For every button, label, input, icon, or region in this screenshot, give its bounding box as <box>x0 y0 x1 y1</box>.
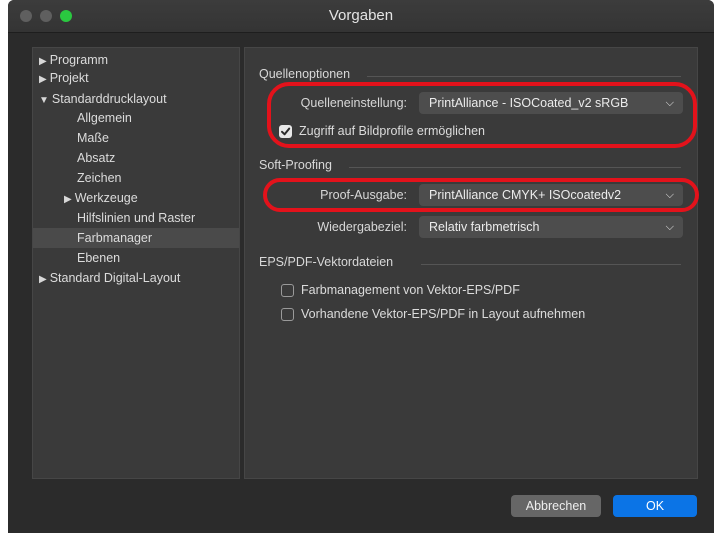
tree-item-label: Projekt <box>49 71 89 85</box>
tree-item-zeichen[interactable]: Zeichen <box>77 168 121 188</box>
tree-item-label: Zeichen <box>77 171 122 185</box>
triangle-right-icon[interactable]: ▶ <box>64 194 72 205</box>
include-vector-checkbox[interactable] <box>281 308 294 321</box>
tree-item-label: Programm <box>49 53 109 67</box>
triangle-right-icon[interactable]: ▶ <box>39 274 47 285</box>
tree-item-label: Standarddrucklayout <box>51 92 167 106</box>
section-title-quellenoptionen: Quellenoptionen <box>259 67 351 81</box>
tree-item-projekt[interactable]: ▶ Projekt <box>39 68 89 88</box>
tree-item-label: Farbmanager <box>77 231 153 245</box>
rendering-intent-value: Relativ farbmetrisch <box>429 220 540 234</box>
rendering-intent-label: Wiedergabeziel: <box>317 220 407 234</box>
tree-item-werkzeuge[interactable]: ▶ Werkzeuge <box>64 188 138 208</box>
tree-item-masse[interactable]: Maße <box>77 128 109 148</box>
section-divider <box>349 167 681 168</box>
rendering-intent-dropdown[interactable]: Relativ farbmetrisch ⌵ <box>419 216 683 238</box>
triangle-right-icon[interactable]: ▶ <box>39 56 47 67</box>
title-bar: Vorgaben <box>8 0 714 33</box>
preferences-window: Vorgaben ▶ Programm ▶ Projekt ▼ Standarddru… <box>8 0 714 533</box>
annotation-highlight-proof <box>263 178 699 212</box>
cancel-button[interactable]: Abbrechen <box>511 495 601 517</box>
tree-item-standard-digital-layout[interactable]: ▶ Standard Digital-Layout <box>39 268 180 288</box>
tree-item-label: Standard Digital-Layout <box>49 271 181 285</box>
tree-item-label: Maße <box>77 131 109 145</box>
section-divider <box>421 264 681 265</box>
ok-button[interactable]: OK <box>613 495 697 517</box>
vector-color-management-checkbox[interactable] <box>281 284 294 297</box>
tree-item-programm[interactable]: ▶ Programm <box>39 50 108 70</box>
section-title-eps-pdf: EPS/PDF-Vektordateien <box>259 255 394 269</box>
tree-item-label: Ebenen <box>77 251 121 265</box>
color-manager-panel: Quellenoptionen Quelleneinstellung: Prin… <box>244 47 699 479</box>
tree-item-label: Hilfslinien und Raster <box>77 211 196 225</box>
triangle-down-icon[interactable]: ▼ <box>39 95 49 106</box>
triangle-right-icon[interactable]: ▶ <box>39 74 47 85</box>
include-vector-label[interactable]: Vorhandene Vektor-EPS/PDF in Layout aufn… <box>301 307 585 321</box>
section-title-soft-proofing: Soft-Proofing <box>259 158 332 172</box>
window-title: Vorgaben <box>328 7 394 24</box>
tree-item-label: Werkzeuge <box>74 191 138 205</box>
tree-item-label: Absatz <box>77 151 116 165</box>
preferences-sidebar: ▶ Programm ▶ Projekt ▼ Standarddrucklayout … <box>32 47 240 479</box>
vector-color-management-label[interactable]: Farbmanagement von Vektor-EPS/PDF <box>301 283 520 297</box>
section-divider <box>367 76 681 77</box>
tree-item-absatz[interactable]: Absatz <box>77 148 115 168</box>
tree-item-standarddrucklayout[interactable]: ▼ Standarddrucklayout <box>39 89 167 109</box>
tree-item-hilfslinien[interactable]: Hilfslinien und Raster <box>77 208 195 228</box>
tree-item-label: Allgemein <box>77 111 132 125</box>
chevron-down-icon: ⌵ <box>665 221 674 233</box>
tree-item-allgemein[interactable]: Allgemein <box>77 108 132 128</box>
annotation-highlight-source <box>267 82 697 148</box>
tree-item-ebenen[interactable]: Ebenen <box>77 248 120 268</box>
tree-item-farbmanager[interactable]: Farbmanager <box>77 228 152 248</box>
